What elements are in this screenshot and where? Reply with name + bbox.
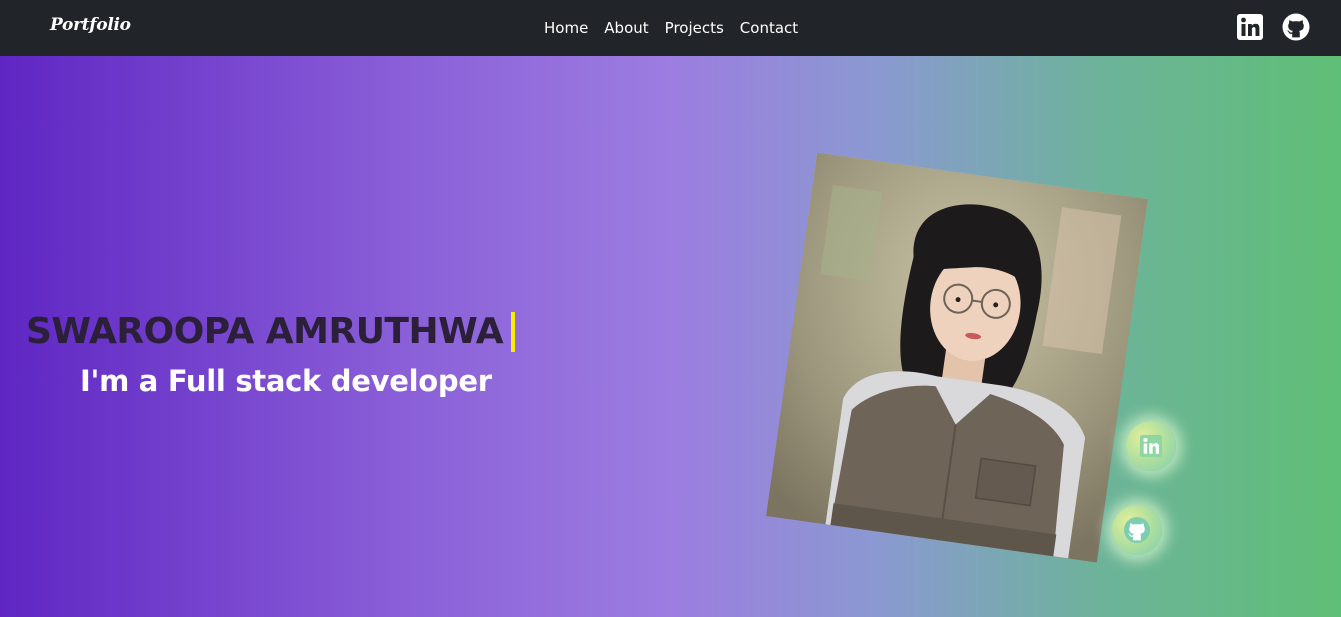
typing-cursor [511, 311, 516, 352]
hero-section: SWAROOPA AMRUTHWA I'm a Full stack devel… [0, 56, 1341, 617]
github-icon[interactable] [1282, 13, 1310, 41]
hero-tagline: I'm a Full stack developer [80, 364, 492, 398]
hero-name-heading: SWAROOPA AMRUTHWA [26, 311, 516, 352]
nav-link-contact[interactable]: Contact [740, 18, 798, 38]
brand-logo[interactable]: Portfolio [50, 15, 131, 35]
github-icon [1124, 517, 1150, 543]
floating-linkedin-button[interactable] [1126, 421, 1176, 471]
profile-photo [766, 152, 1148, 563]
floating-github-button[interactable] [1112, 505, 1162, 555]
navbar: Portfolio Home About Projects Contact [0, 0, 1341, 56]
nav-link-projects[interactable]: Projects [665, 18, 724, 38]
hero-name-text: SWAROOPA AMRUTHWA [26, 311, 504, 352]
nav-link-about[interactable]: About [604, 18, 648, 38]
linkedin-icon[interactable] [1236, 13, 1264, 41]
nav-link-home[interactable]: Home [544, 18, 588, 38]
linkedin-icon [1139, 434, 1163, 458]
nav-links: Home About Projects Contact [544, 18, 798, 38]
